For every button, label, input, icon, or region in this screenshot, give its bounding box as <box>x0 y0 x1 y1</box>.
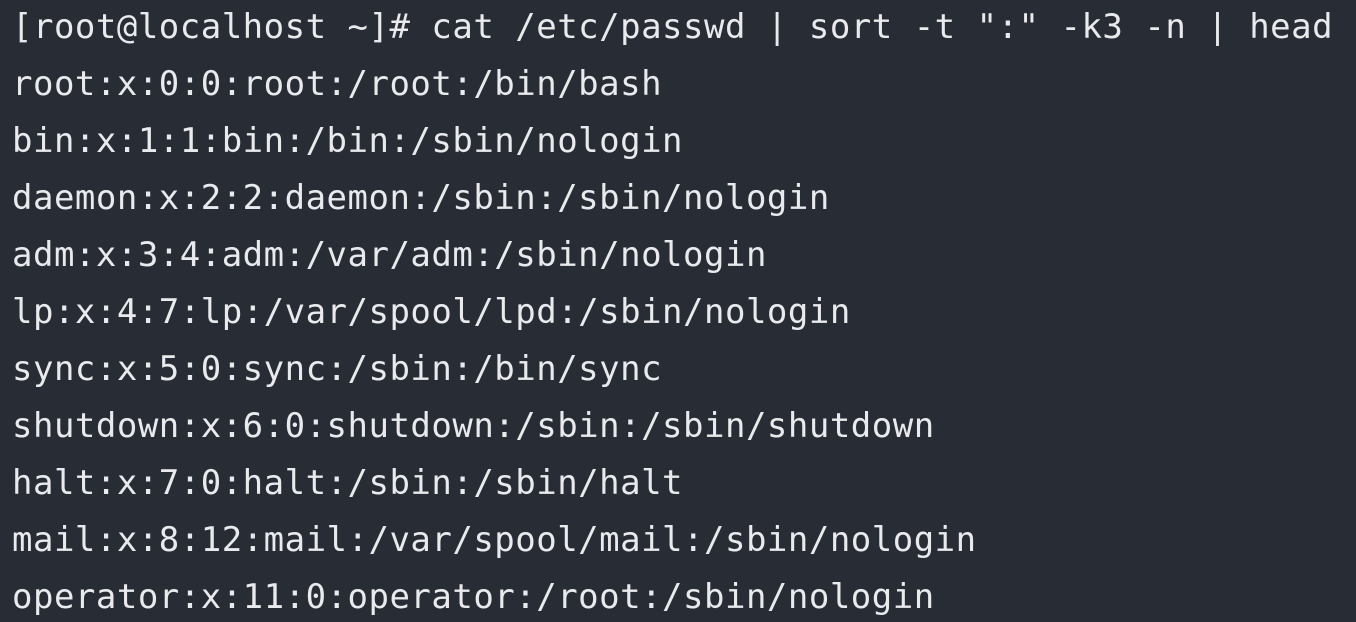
output-line: operator:x:11:0:operator:/root:/sbin/nol… <box>12 577 935 617</box>
output-line: lp:x:4:7:lp:/var/spool/lpd:/sbin/nologin <box>12 292 851 332</box>
command-line: [root@localhost ~]# cat /etc/passwd | so… <box>12 7 1334 47</box>
output-line: bin:x:1:1:bin:/bin:/sbin/nologin <box>12 121 684 161</box>
output-line: adm:x:3:4:adm:/var/adm:/sbin/nologin <box>12 235 767 275</box>
terminal-window[interactable]: [root@localhost ~]# cat /etc/passwd | so… <box>0 0 1356 622</box>
output-line: shutdown:x:6:0:shutdown:/sbin:/sbin/shut… <box>12 406 935 446</box>
output-line: root:x:0:0:root:/root:/bin/bash <box>12 64 663 104</box>
output-line: mail:x:8:12:mail:/var/spool/mail:/sbin/n… <box>12 520 977 560</box>
output-line: sync:x:5:0:sync:/sbin:/bin/sync <box>12 349 663 389</box>
output-line: halt:x:7:0:halt:/sbin:/sbin/halt <box>12 463 684 503</box>
output-line: daemon:x:2:2:daemon:/sbin:/sbin/nologin <box>12 178 830 218</box>
